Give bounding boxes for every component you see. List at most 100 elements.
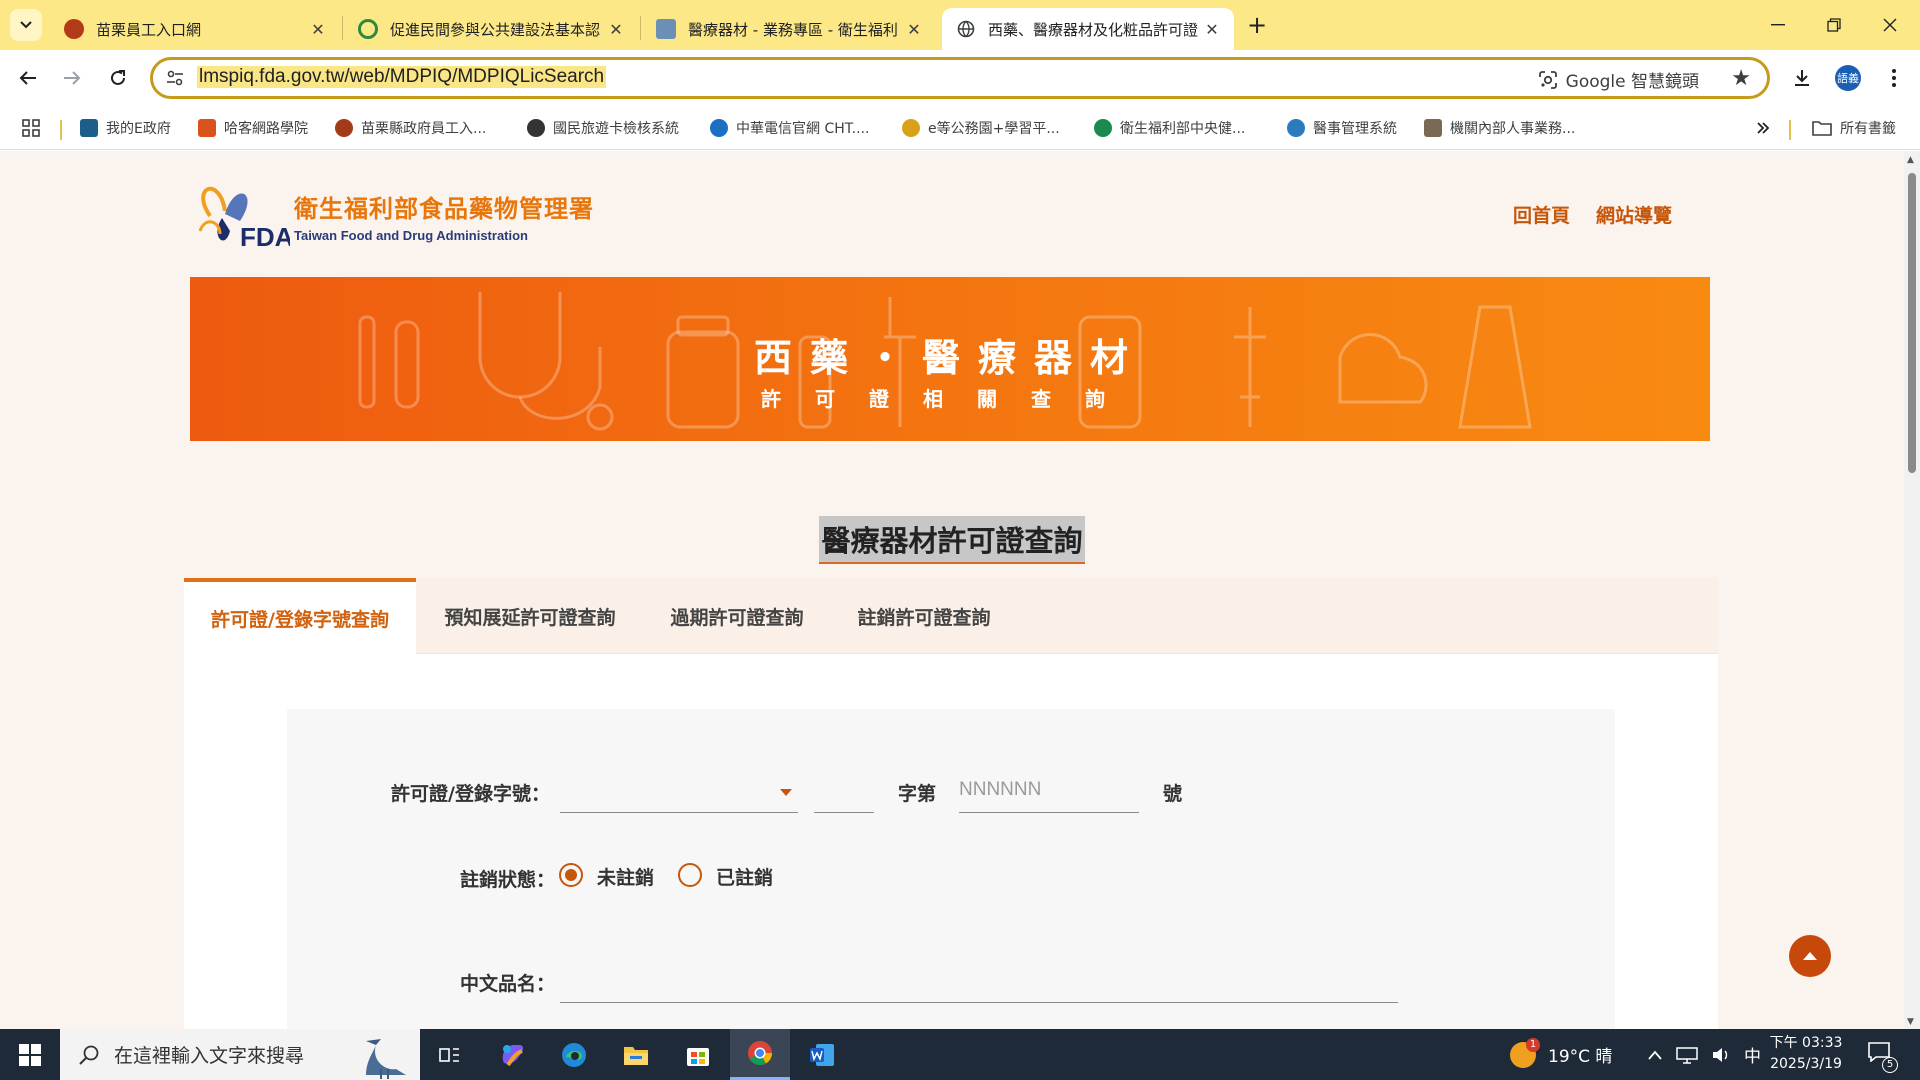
- tab-cancelled-query[interactable]: 註銷許可證查詢: [830, 578, 1018, 654]
- tab-search-button[interactable]: [10, 9, 42, 41]
- home-link[interactable]: 回首頁: [1513, 201, 1570, 228]
- bookmark-item[interactable]: 我的E政府: [80, 116, 171, 140]
- all-bookmarks-button[interactable]: 所有書籤: [1812, 116, 1896, 140]
- network-icon[interactable]: [1676, 1046, 1698, 1064]
- heron-search-highlight-icon: [366, 1039, 406, 1079]
- county-emblem-icon: [335, 119, 353, 137]
- tab-title: 西藥、醫療器材及化粧品許可證: [988, 20, 1199, 39]
- query-panel: 許可證/登錄字號： 字第 NNNNNN 號 註銷狀態： 未註銷 已註銷 中文品名…: [184, 654, 1718, 1029]
- more-bookmarks-button[interactable]: [1756, 116, 1770, 140]
- all-bookmarks-label: 所有書籤: [1840, 121, 1896, 137]
- bookmark-item[interactable]: e等公務園+學習平...: [902, 116, 1060, 140]
- browser-tab-2[interactable]: 促進民間參與公共建設法基本認 ✕: [344, 8, 638, 50]
- close-tab-icon[interactable]: ✕: [606, 20, 626, 39]
- scroll-up-icon[interactable]: ▲: [1907, 155, 1914, 165]
- license-prefix-input[interactable]: [814, 773, 874, 813]
- clock-time: 下午 03:33: [1769, 1035, 1843, 1051]
- radio-unchecked-icon: [678, 863, 702, 887]
- nhi-icon: [1094, 119, 1112, 137]
- copilot-button[interactable]: [482, 1029, 542, 1080]
- top-nav: 回首頁 網站導覽: [1513, 201, 1672, 228]
- search-form: 許可證/登錄字號： 字第 NNNNNN 號 註銷狀態： 未註銷 已註銷 中文品名…: [287, 709, 1615, 1029]
- weather-sun-icon: 1: [1510, 1037, 1540, 1068]
- sitemap-link[interactable]: 網站導覽: [1596, 201, 1672, 228]
- bookmark-item[interactable]: 苗栗縣政府員工入...: [335, 116, 486, 140]
- bookmark-item[interactable]: 衛生福利部中央健...: [1094, 116, 1245, 140]
- browser-tab-1[interactable]: 苗栗員工入口網 ✕: [50, 8, 340, 50]
- bookmark-divider: [60, 120, 62, 140]
- browser-tab-3[interactable]: 醫療器材 - 業務專區 - 衛生福利 ✕: [642, 8, 936, 50]
- scrollbar-thumb[interactable]: [1908, 173, 1916, 473]
- radio-cancelled[interactable]: 已註銷: [678, 861, 788, 891]
- arrow-left-icon: [19, 71, 36, 85]
- scroll-down-icon[interactable]: ▼: [1907, 1017, 1914, 1027]
- notification-count: 5: [1882, 1057, 1898, 1073]
- downloads-button[interactable]: [1786, 62, 1818, 94]
- arrow-up-icon: [1803, 952, 1817, 960]
- taskbar-search[interactable]: 在這裡輸入文字來搜尋: [60, 1029, 420, 1080]
- minimize-button[interactable]: [1750, 0, 1806, 50]
- close-window-button[interactable]: [1862, 0, 1918, 50]
- bookmark-item[interactable]: 哈客網路學院: [198, 116, 308, 140]
- back-button[interactable]: [12, 62, 44, 94]
- chinese-name-input[interactable]: [560, 963, 1398, 1003]
- bookmark-item[interactable]: 中華電信官網 CHT....: [710, 116, 869, 140]
- radio-not-cancelled[interactable]: 未註銷: [559, 861, 669, 891]
- license-number-input[interactable]: NNNNNN: [959, 773, 1139, 813]
- tab-separator: [342, 16, 343, 40]
- egov-icon: [80, 119, 98, 137]
- bookmark-star-icon[interactable]: ★: [1731, 66, 1751, 91]
- weather-widget[interactable]: 1 19°C 晴: [1510, 1029, 1612, 1080]
- google-lens-button[interactable]: Google 智慧鏡頭: [1538, 67, 1699, 92]
- task-view-button[interactable]: [420, 1029, 480, 1080]
- browser-toolbar: lmspiq.fda.gov.tw/web/MDPIQ/MDPIQLicSear…: [0, 50, 1920, 106]
- windows-logo-icon: [19, 1043, 41, 1066]
- start-button[interactable]: [0, 1029, 60, 1080]
- page-scrollbar[interactable]: ▲ ▼: [1904, 151, 1920, 1029]
- new-tab-button[interactable]: +: [1241, 12, 1273, 40]
- ime-indicator[interactable]: 中: [1744, 1042, 1761, 1067]
- profile-button[interactable]: 語義: [1832, 62, 1864, 94]
- license-number-placeholder: NNNNNN: [959, 779, 1042, 800]
- volume-icon[interactable]: [1712, 1047, 1730, 1063]
- edge-button[interactable]: [544, 1029, 604, 1080]
- select-underline: [560, 812, 798, 813]
- bookmark-item[interactable]: 機關內部人事業務...: [1424, 116, 1575, 140]
- site-info-icon[interactable]: [165, 68, 185, 88]
- file-explorer-button[interactable]: [606, 1029, 666, 1080]
- tab-renewal-query[interactable]: 預知展延許可證查詢: [416, 578, 644, 654]
- chrome-button[interactable]: [730, 1029, 790, 1080]
- license-word-select[interactable]: [560, 773, 798, 813]
- store-button[interactable]: [668, 1029, 728, 1080]
- tab-expired-query[interactable]: 過期許可證查詢: [644, 578, 830, 654]
- bookmark-label: 我的E政府: [106, 121, 171, 137]
- lens-label: Google 智慧鏡頭: [1565, 72, 1699, 92]
- forward-button[interactable]: [56, 62, 88, 94]
- weather-badge: 1: [1526, 1037, 1540, 1052]
- fda-butterfly-logo-icon: FDA: [198, 186, 290, 252]
- reload-button[interactable]: [102, 62, 134, 94]
- restore-button[interactable]: [1806, 0, 1862, 50]
- address-bar[interactable]: lmspiq.fda.gov.tw/web/MDPIQ/MDPIQLicSear…: [150, 57, 1770, 99]
- bookmark-item[interactable]: 國民旅遊卡檢核系統: [527, 116, 679, 140]
- tab-license-number-query[interactable]: 許可證/登錄字號查詢: [184, 578, 416, 654]
- close-icon: [1883, 18, 1897, 32]
- url-text[interactable]: lmspiq.fda.gov.tw/web/MDPIQ/MDPIQLicSear…: [197, 66, 607, 88]
- close-tab-icon[interactable]: ✕: [904, 20, 924, 39]
- chinese-name-label: 中文品名：: [460, 973, 556, 995]
- chrome-menu-button[interactable]: [1878, 62, 1910, 94]
- browser-tab-4-active[interactable]: 西藥、醫療器材及化粧品許可證 ✕: [942, 8, 1234, 50]
- close-tab-icon[interactable]: ✕: [1202, 20, 1222, 39]
- apps-button[interactable]: [22, 116, 40, 140]
- site-favicon-icon: [656, 19, 676, 39]
- word-button[interactable]: [792, 1029, 852, 1080]
- copilot-icon: [502, 1044, 523, 1066]
- close-tab-icon[interactable]: ✕: [308, 20, 328, 39]
- taskbar-clock[interactable]: 下午 03:33 2025/3/19: [1766, 1033, 1846, 1075]
- fda-logo[interactable]: FDA 衛生福利部食品藥物管理署 Taiwan Food and Drug Ad…: [180, 176, 594, 256]
- chevron-up-icon[interactable]: [1648, 1050, 1662, 1060]
- chevron-down-icon: [20, 21, 32, 29]
- back-to-top-button[interactable]: [1789, 935, 1831, 977]
- bookmark-item[interactable]: 醫事管理系統: [1287, 116, 1397, 140]
- notification-button[interactable]: 5: [1868, 1029, 1898, 1080]
